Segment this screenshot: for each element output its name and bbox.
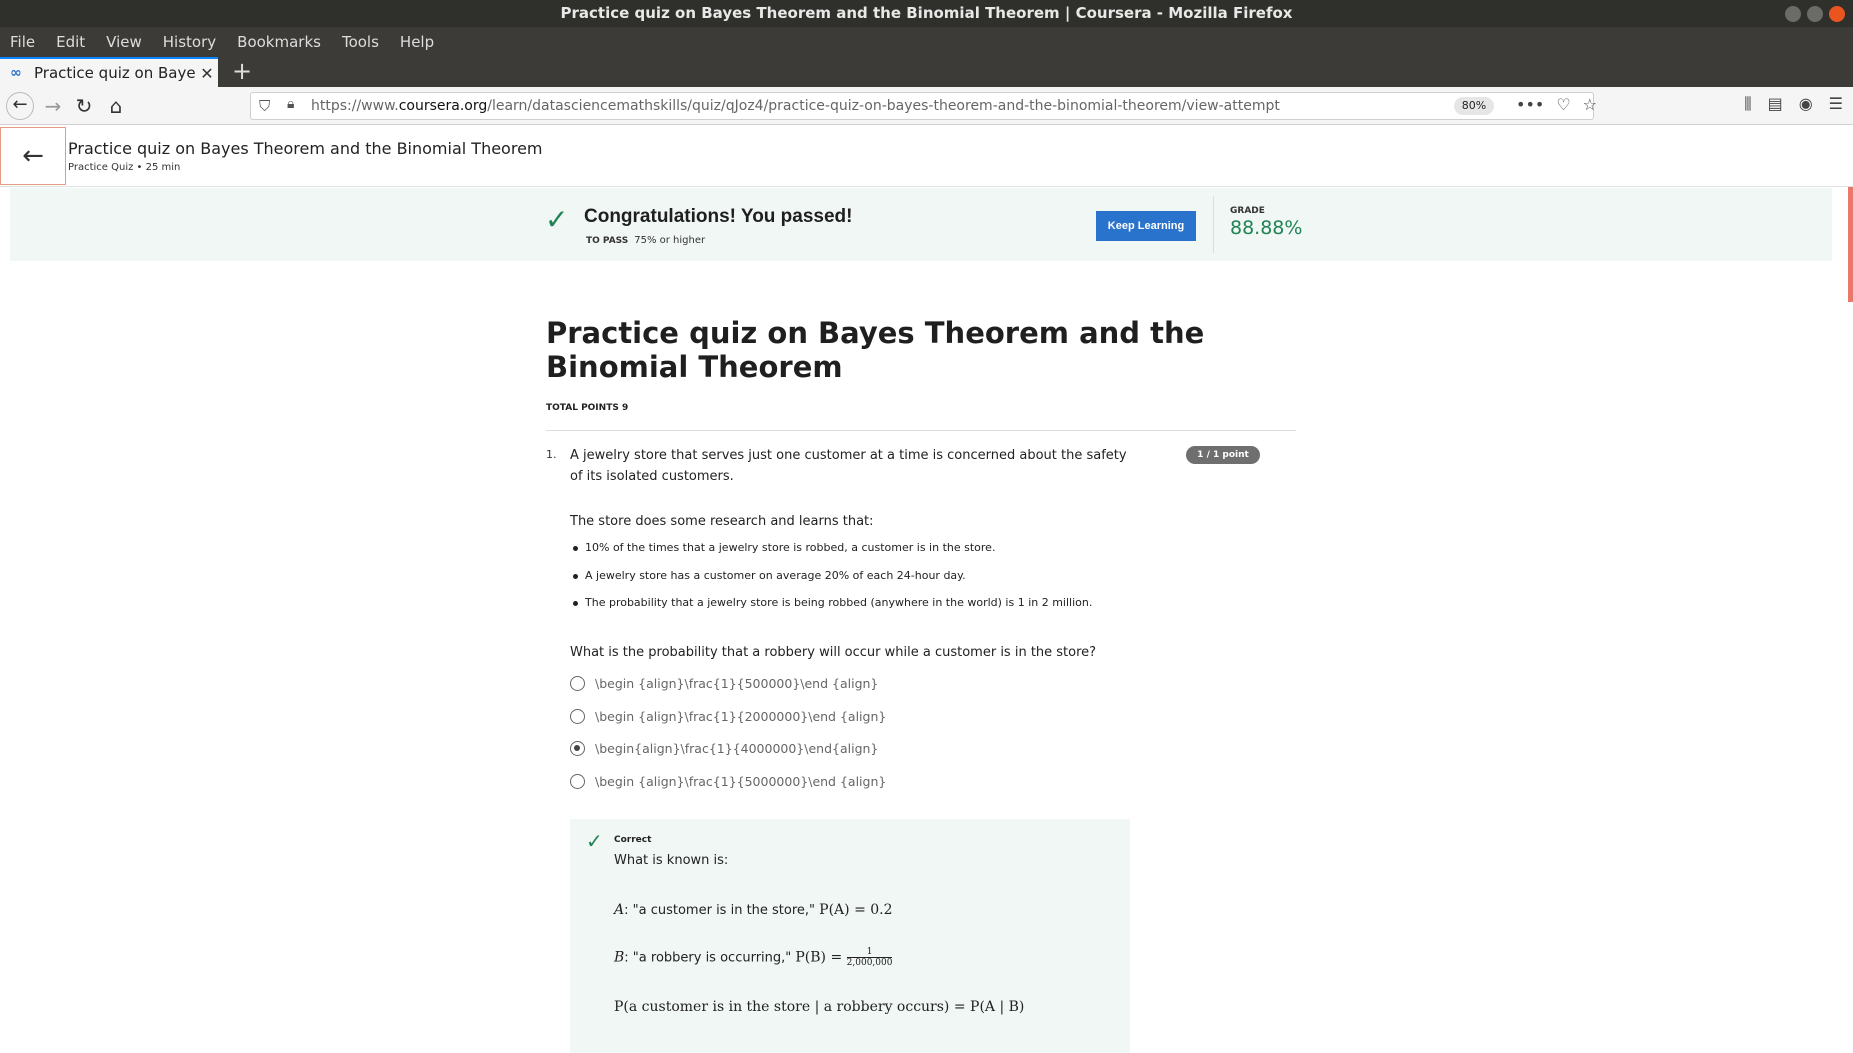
option-label: \begin{align}\frac{1}{4000000}\end{align… [595,741,879,756]
answer-feedback: ✓ Correct What is known is: A: "a custom… [570,819,1130,1053]
conditional-probability: P(a customer is in the store | a robbery… [614,999,1025,1015]
list-item: A jewelry store has a customer on averag… [570,569,1092,597]
menu-file[interactable]: File [10,33,35,51]
back-arrow-icon[interactable]: ← [0,127,66,185]
coursera-logo-icon: ∞ [10,65,22,81]
radio-button[interactable] [570,708,585,724]
tab-title: Practice quiz on Bayes Th [34,64,196,82]
tab-close-icon[interactable]: ✕ [196,64,218,83]
divider [546,430,1296,431]
fraction: 1 2,000,000 [846,947,893,968]
menu-tools[interactable]: Tools [342,33,379,51]
total-points: TOTAL POINTS 9 [546,403,629,413]
bookmark-star-icon[interactable]: ☆ [1583,95,1597,114]
back-button[interactable]: ← [6,92,34,120]
menu-help[interactable]: Help [400,33,434,51]
url-actions: ••• ♡ ☆ [1516,95,1597,114]
account-icon[interactable]: ◉ [1799,94,1813,114]
library-icon[interactable]: ⫼ [1744,94,1751,114]
radio-button[interactable] [570,773,585,789]
quiz-title: Practice quiz on Bayes Theorem and the B… [546,316,1205,384]
maximize-button[interactable] [1807,6,1823,22]
menu-history[interactable]: History [163,33,216,51]
course-header: ← Practice quiz on Bayes Theorem and the… [0,125,1853,187]
forward-button[interactable]: → [39,93,67,119]
grade-label: GRADE [1230,206,1265,216]
definition-a: A: "a customer is in the store," P(A) = … [614,902,893,918]
answer-options: \begin {align}\frac{1}{500000}\end {alig… [570,676,886,806]
header-subtitle: Practice Quiz • 25 min [68,162,181,173]
radio-button-selected[interactable] [570,741,585,756]
url-text[interactable]: https://www.coursera.org/learn/datascien… [311,98,1280,114]
feedback-intro: What is known is: [614,853,729,868]
grade-value: 88.88% [1230,217,1303,239]
close-window-button[interactable] [1829,6,1845,22]
navigation-toolbar: ← → ↻ ⌂ ⛉ 🔒︎ https://www.coursera.org/le… [0,87,1853,125]
window-titlebar: Practice quiz on Bayes Theorem and the B… [0,0,1853,27]
lock-icon[interactable]: 🔒︎ [287,96,294,112]
url-bar[interactable]: ⛉ 🔒︎ https://www.coursera.org/learn/data… [250,92,1597,120]
tab-active[interactable]: ∞ Practice quiz on Bayes Th ✕ [0,57,218,87]
menu-bar: File Edit View History Bookmarks Tools H… [0,27,1853,57]
reload-button[interactable]: ↻ [70,93,98,119]
radio-button[interactable] [570,676,585,691]
answer-option[interactable]: \begin {align}\frac{1}{500000}\end {alig… [570,676,886,709]
home-button[interactable]: ⌂ [102,93,130,119]
feedback-status: Correct [614,835,652,845]
answer-option[interactable]: \begin {align}\frac{1}{2000000}\end {ali… [570,708,887,742]
option-label: \begin {align}\frac{1}{2000000}\end {ali… [595,708,887,724]
checkmark-icon: ✓ [586,829,603,853]
pass-threshold: TO PASS 75% or higher [586,235,706,246]
list-item: The probability that a jewelry store is … [570,596,1092,624]
question-prompt: What is the probability that a robbery w… [570,645,1097,660]
window-controls [1785,6,1845,22]
list-item: 10% of the times that a jewelry store is… [570,541,1092,569]
menu-edit[interactable]: Edit [56,33,85,51]
page-actions-icon[interactable]: ••• [1516,95,1544,114]
page-scrollbar[interactable] [1848,187,1853,302]
pocket-icon[interactable]: ♡ [1556,95,1570,114]
answer-option[interactable]: \begin {align}\frac{1}{5000000}\end {ali… [570,773,887,807]
window-title: Practice quiz on Bayes Theorem and the B… [560,4,1293,22]
definition-b: B: "a robbery is occurring," P(B) = 1 2,0… [614,947,893,968]
pass-message: Congratulations! You passed! [584,206,853,227]
hamburger-menu-icon[interactable]: ☰ [1829,94,1843,114]
minimize-button[interactable] [1785,6,1801,22]
divider [1213,196,1214,253]
sidebar-icon[interactable]: ▤ [1768,94,1783,114]
pass-banner: ✓ Congratulations! You passed! TO PASS 75… [10,188,1832,261]
menu-view[interactable]: View [106,33,142,51]
points-badge: 1 / 1 point [1186,446,1260,464]
research-intro: The store does some research and learns … [570,514,874,529]
tracking-shield-icon[interactable]: ⛉ [259,97,270,115]
answer-option[interactable]: \begin{align}\frac{1}{4000000}\end{align… [570,741,886,774]
keep-learning-button[interactable]: Keep Learning [1096,211,1196,241]
new-tab-button[interactable]: + [232,57,252,87]
option-label: \begin {align}\frac{1}{5000000}\end {ali… [595,773,887,789]
checkmark-icon: ✓ [545,203,569,236]
question-text: A jewelry store that serves just one cus… [570,448,1127,484]
toolbar-right: ⫼ ▤ ◉ ☰ [1744,94,1843,114]
tab-bar: ∞ Practice quiz on Bayes Th ✕ + [0,57,1853,87]
option-label: \begin {align}\frac{1}{500000}\end {alig… [595,676,879,691]
zoom-level-badge[interactable]: 80% [1454,97,1494,115]
header-title: Practice quiz on Bayes Theorem and the B… [68,139,543,158]
menu-bookmarks[interactable]: Bookmarks [237,33,321,51]
facts-list: 10% of the times that a jewelry store is… [570,541,1092,624]
question-number: 1. [546,448,557,461]
